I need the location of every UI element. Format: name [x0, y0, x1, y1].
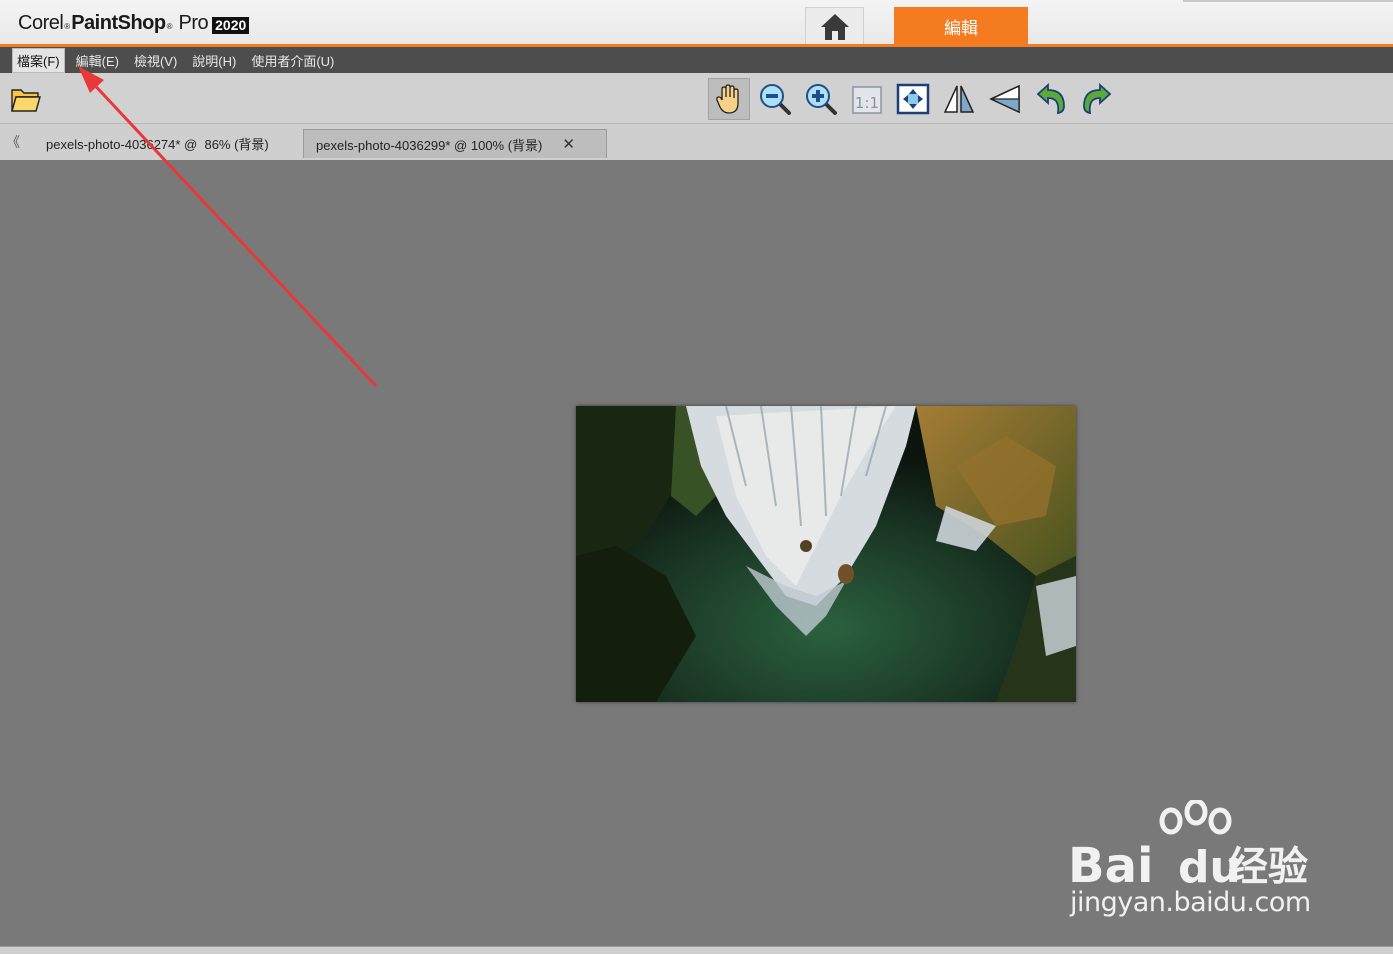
menu-user-interface[interactable]: 使用者介面(U): [247, 49, 338, 72]
menu-help[interactable]: 說明(H): [188, 49, 240, 72]
app-logo: Corel ® PaintShop ® Pro 2020: [18, 12, 250, 38]
title-bar: Corel ® PaintShop ® Pro 2020 編輯: [0, 0, 1393, 47]
brand-registered-mark: ®: [64, 22, 71, 31]
horizontal-scrollbar[interactable]: [0, 946, 1393, 954]
menu-file[interactable]: 檔案(F): [12, 47, 65, 73]
menu-bar: 檔案(F) 編輯(E) 檢視(V) 說明(H) 使用者介面(U): [0, 47, 1393, 73]
zoom-in-button[interactable]: [800, 78, 842, 120]
title-divider: [1183, 0, 1393, 2]
zoom-out-icon: [760, 84, 791, 115]
open-folder-icon: [11, 89, 41, 112]
baidu-logo-text: Bai: [1068, 838, 1153, 890]
zoom-in-icon: [806, 84, 837, 115]
baidu-logo-cn: 经验: [1228, 844, 1308, 890]
actual-size-icon: 1:1: [852, 86, 882, 114]
document-tab-2[interactable]: pexels-photo-4036299* @ 100% (背景) ✕: [303, 129, 607, 158]
svg-text:1:1: 1:1: [855, 94, 879, 112]
menu-edit[interactable]: 編輯(E): [72, 49, 123, 72]
document-tab-title: pexels-photo-4036299* @ 100% (背景): [316, 137, 543, 153]
brand-corel: Corel: [18, 12, 64, 34]
flip-button[interactable]: [938, 78, 980, 120]
actual-size-button[interactable]: 1:1: [846, 78, 888, 120]
toolbar: 1:1: [0, 73, 1393, 124]
brand-year-badge: 2020: [212, 16, 250, 34]
fit-to-window-button[interactable]: [892, 78, 934, 120]
fit-to-window-icon: [896, 83, 930, 115]
perspective-icon: [989, 84, 1020, 114]
menu-view[interactable]: 檢視(V): [130, 49, 181, 72]
undo-button[interactable]: [1030, 78, 1072, 120]
document-tab-1[interactable]: pexels-photo-4036274* @ 86% (背景): [40, 129, 275, 158]
pan-tool-button[interactable]: [708, 78, 750, 120]
redo-button[interactable]: [1076, 78, 1118, 120]
pan-hand-icon: [716, 84, 739, 114]
perspective-button[interactable]: [984, 78, 1026, 120]
flip-horizontal-icon: [943, 85, 975, 113]
close-tab-icon[interactable]: ✕: [562, 135, 575, 153]
document-tab-title: pexels-photo-4036274* @ 86% (背景): [46, 137, 269, 152]
redo-icon: [1083, 82, 1112, 115]
document-tabs-bar: 《 pexels-photo-4036274* @ 86% (背景) pexel…: [0, 124, 1393, 160]
watermark-url: jingyan.baidu.com: [1070, 887, 1311, 918]
waterfall-image[interactable]: [576, 406, 1076, 702]
waterfall-photo: [576, 406, 1076, 702]
open-file-button[interactable]: [5, 78, 47, 120]
home-workspace-tab[interactable]: [805, 7, 864, 45]
brand-paintshop: PaintShop: [71, 12, 166, 34]
edit-workspace-tab[interactable]: 編輯: [894, 7, 1028, 45]
home-icon: [820, 13, 849, 40]
baidu-jingyan-watermark: Bai du 经验 jingyan.baidu.com: [1068, 798, 1328, 930]
zoom-out-button[interactable]: [754, 78, 796, 120]
undo-icon: [1036, 82, 1065, 115]
baidu-paw-logo: Bai du 经验: [1068, 798, 1308, 894]
brand-registered-mark-2: ®: [166, 22, 173, 31]
tabs-scroll-left-button[interactable]: 《: [6, 132, 20, 152]
paintshop-window: Corel ® PaintShop ® Pro 2020 編輯 檔案(F) 編輯…: [0, 0, 1393, 954]
brand-pro: Pro: [178, 12, 209, 34]
